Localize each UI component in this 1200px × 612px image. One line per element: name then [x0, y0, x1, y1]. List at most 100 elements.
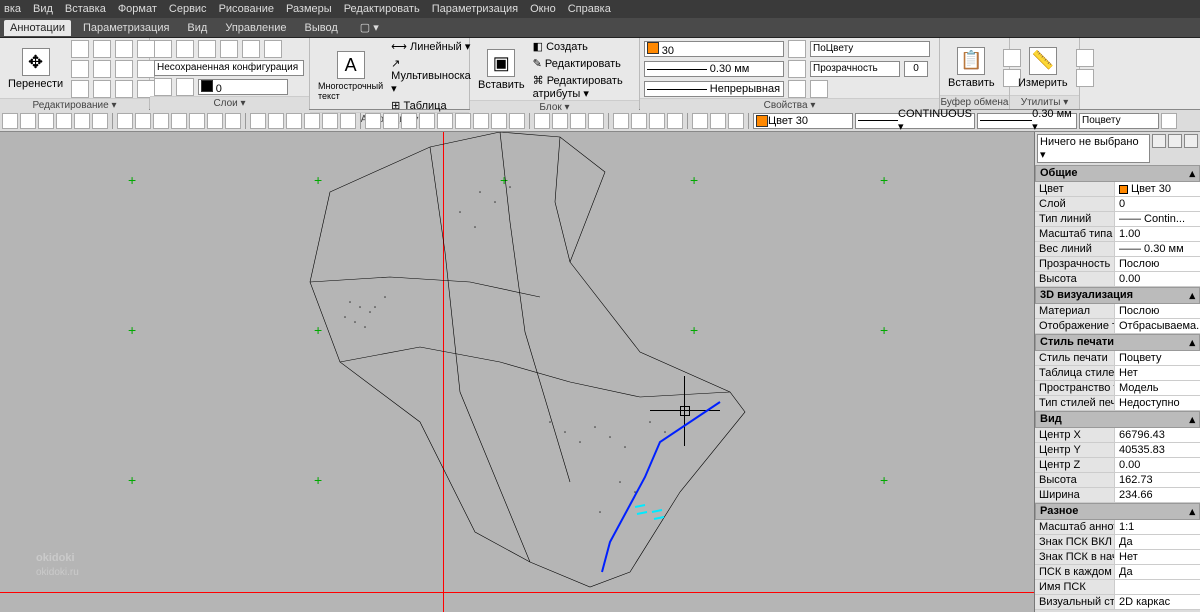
tool-icon[interactable] [171, 113, 187, 129]
tool-icon[interactable] [588, 113, 604, 129]
color-combo-toolbar[interactable]: Цвет 30 [753, 113, 853, 129]
props-row[interactable]: Тип стилей печатиНедоступно [1035, 396, 1200, 411]
prop-value[interactable]: —— Contin... [1115, 212, 1200, 226]
tool-icon[interactable] [613, 113, 629, 129]
tab-parametrization[interactable]: Параметризация [77, 20, 175, 36]
prop-value[interactable]: Нет [1115, 366, 1200, 380]
tool-icon[interactable] [93, 60, 111, 78]
layer-config-combo[interactable]: Несохраненная конфигурация сл [154, 60, 304, 76]
tool-icon[interactable] [2, 113, 18, 129]
prop-value[interactable]: Отбрасываема... [1115, 319, 1200, 333]
tool-icon[interactable] [38, 113, 54, 129]
props-row[interactable]: Масштаб типа л...1.00 [1035, 227, 1200, 242]
tool-icon[interactable] [286, 113, 302, 129]
tool-icon[interactable] [176, 78, 194, 96]
table-button[interactable]: ⊞ Таблица [391, 99, 471, 112]
menu-item[interactable]: Вставка [65, 3, 106, 15]
prop-value[interactable]: Нет [1115, 550, 1200, 564]
tool-icon[interactable] [115, 40, 133, 58]
props-row[interactable]: Центр Y40535.83 [1035, 443, 1200, 458]
menu-item[interactable]: Окно [530, 3, 556, 15]
color-combo[interactable]: 30 [644, 41, 784, 57]
tool-icon[interactable] [74, 113, 90, 129]
tool-icon[interactable] [264, 40, 282, 58]
tool-icon[interactable] [220, 40, 238, 58]
mtext-button[interactable]: A Многострочный текст [314, 49, 387, 103]
menu-item[interactable]: вка [4, 3, 21, 15]
prop-value[interactable]: Да [1115, 565, 1200, 579]
insert-block-button[interactable]: ▣ Вставить [474, 47, 529, 93]
tab-annotations[interactable]: Аннотации [4, 20, 71, 36]
linetype-combo[interactable]: Непрерывная [644, 81, 784, 97]
tool-icon[interactable] [189, 113, 205, 129]
measure-button[interactable]: 📏 Измерить [1014, 45, 1072, 91]
lineweight-combo-toolbar[interactable]: 0.30 мм ▾ [977, 113, 1077, 129]
prop-value[interactable]: Цвет 30 [1115, 182, 1200, 196]
tool-icon[interactable] [473, 113, 489, 129]
prop-value[interactable]: Поцвету [1115, 351, 1200, 365]
tool-icon[interactable] [534, 113, 550, 129]
menu-item[interactable]: Справка [568, 3, 611, 15]
tool-icon[interactable] [115, 60, 133, 78]
props-row[interactable]: ЦветЦвет 30 [1035, 182, 1200, 197]
tool-icon[interactable] [71, 40, 89, 58]
plotstyle-combo[interactable]: ПоЦвету [810, 41, 930, 57]
props-row[interactable]: Высота162.73 [1035, 473, 1200, 488]
prop-value[interactable]: 0.00 [1115, 272, 1200, 286]
tool-icon[interactable] [268, 113, 284, 129]
tool-icon[interactable] [153, 113, 169, 129]
tool-icon[interactable] [71, 60, 89, 78]
tool-icon[interactable] [419, 113, 435, 129]
prop-value[interactable]: 162.73 [1115, 473, 1200, 487]
tool-icon[interactable] [115, 80, 133, 98]
props-row[interactable]: Визуальный стиль2D каркас [1035, 595, 1200, 610]
tool-icon[interactable] [1161, 113, 1177, 129]
prop-value[interactable]: 2D каркас [1115, 595, 1200, 609]
tool-icon[interactable] [93, 80, 111, 98]
tool-icon[interactable] [649, 113, 665, 129]
tool-icon[interactable] [788, 80, 806, 98]
tool-icon[interactable] [570, 113, 586, 129]
linetype-combo-toolbar[interactable]: CONTINUOUS ▾ [855, 113, 975, 129]
tool-icon[interactable] [92, 113, 108, 129]
tool-icon[interactable] [71, 80, 89, 98]
prop-value[interactable]: 234.66 [1115, 488, 1200, 502]
prop-value[interactable]: Недоступно [1115, 396, 1200, 410]
tool-icon[interactable] [56, 113, 72, 129]
tool-icon[interactable] [198, 40, 216, 58]
tool-icon[interactable] [322, 113, 338, 129]
props-row[interactable]: Знак ПСК ВКЛДа [1035, 535, 1200, 550]
props-row[interactable]: ПрозрачностьПослою [1035, 257, 1200, 272]
lineweight-combo[interactable]: 0.30 мм [644, 61, 784, 77]
tool-icon[interactable] [154, 78, 172, 96]
tool-icon[interactable] [1076, 69, 1094, 87]
tool-icon[interactable] [631, 113, 647, 129]
tool-icon[interactable] [401, 113, 417, 129]
tab-output[interactable]: Вывод [298, 20, 343, 36]
props-row[interactable]: Вес линий—— 0.30 мм [1035, 242, 1200, 257]
menu-item[interactable]: Вид [33, 3, 53, 15]
prop-value[interactable]: Послою [1115, 257, 1200, 271]
props-row[interactable]: ПСК в каждом В...Да [1035, 565, 1200, 580]
prop-value[interactable]: —— 0.30 мм [1115, 242, 1200, 256]
properties-icon[interactable] [1184, 134, 1198, 148]
tool-icon[interactable] [728, 113, 744, 129]
props-row[interactable]: Центр X66796.43 [1035, 428, 1200, 443]
tool-icon[interactable] [437, 113, 453, 129]
tool-icon[interactable] [176, 40, 194, 58]
plotstyle-combo-toolbar[interactable]: Поцвету [1079, 113, 1159, 129]
prop-value[interactable]: 0.00 [1115, 458, 1200, 472]
layer-combo[interactable]: 0 [198, 79, 288, 95]
prop-value[interactable]: 40535.83 [1115, 443, 1200, 457]
menu-item[interactable]: Параметризация [432, 3, 518, 15]
tool-icon[interactable] [491, 113, 507, 129]
prop-value[interactable]: 1:1 [1115, 520, 1200, 534]
prop-value[interactable]: Послою [1115, 304, 1200, 318]
menu-item[interactable]: Сервис [169, 3, 207, 15]
props-row[interactable]: Стиль печатиПоцвету [1035, 351, 1200, 366]
props-row[interactable]: Слой0 [1035, 197, 1200, 212]
prop-value[interactable]: 1.00 [1115, 227, 1200, 241]
tool-icon[interactable] [667, 113, 683, 129]
drawing-canvas[interactable]: + + + + + + + + + + + + [0, 132, 1200, 612]
transparency-value[interactable]: 0 [904, 61, 928, 77]
